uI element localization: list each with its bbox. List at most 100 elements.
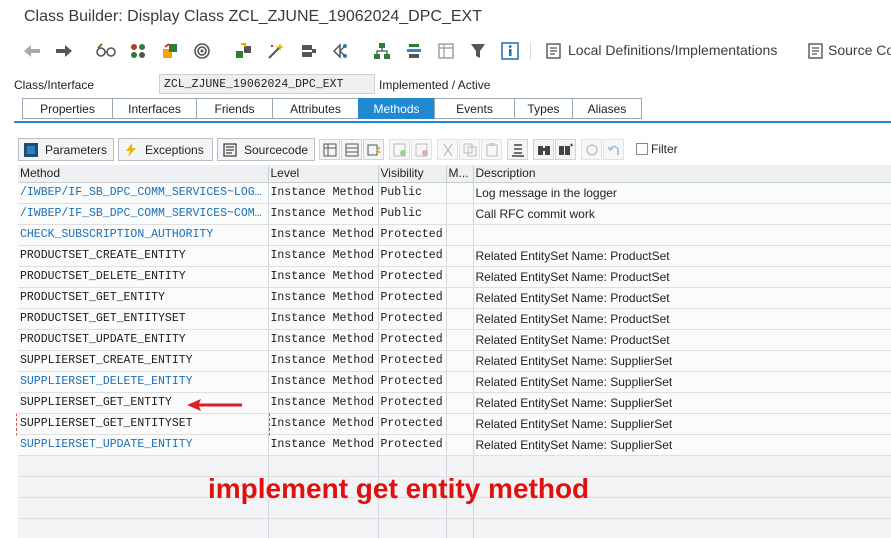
table-settings-icon[interactable] bbox=[341, 139, 362, 160]
tab-attributes[interactable]: Attributes bbox=[272, 98, 358, 119]
level-cell[interactable]: Instance Method bbox=[268, 350, 379, 372]
activate-icon[interactable] bbox=[234, 41, 254, 61]
level-cell[interactable]: Instance Method bbox=[268, 203, 379, 225]
modeled-cell[interactable] bbox=[446, 371, 474, 393]
level-cell[interactable]: Instance Method bbox=[268, 308, 379, 330]
parameters-button[interactable]: Parameters bbox=[18, 138, 114, 161]
method-name-cell[interactable]: SUPPLIERSET_DELETE_ENTITY bbox=[18, 371, 269, 393]
method-name-cell[interactable]: PRODUCTSET_GET_ENTITY bbox=[18, 287, 269, 309]
where-used-icon[interactable] bbox=[330, 41, 350, 61]
table-row[interactable]: /IWBEP/IF_SB_DPC_COMM_SERVICES~LOG_MESSA… bbox=[18, 182, 891, 204]
object-list-icon[interactable] bbox=[128, 41, 148, 61]
level-cell[interactable]: Instance Method bbox=[268, 434, 379, 456]
level-cell[interactable]: Instance Method bbox=[268, 266, 379, 288]
table-row[interactable]: SUPPLIERSET_GET_ENTITY Instance Method Pro… bbox=[18, 392, 891, 414]
description-cell[interactable]: Related EntitySet Name: ProductSet bbox=[473, 308, 891, 330]
method-name-cell[interactable]: PRODUCTSET_CREATE_ENTITY bbox=[18, 245, 269, 267]
description-cell[interactable]: Log message in the logger bbox=[473, 182, 891, 204]
visibility-cell[interactable]: Protected bbox=[378, 308, 447, 330]
source-code-button[interactable]: Source Co bbox=[828, 42, 891, 58]
visibility-cell[interactable]: Protected bbox=[378, 350, 447, 372]
cut-icon[interactable] bbox=[437, 139, 458, 160]
display-icon[interactable] bbox=[192, 41, 212, 61]
column-header-method[interactable]: Method bbox=[18, 165, 269, 183]
tab-methods[interactable]: Methods bbox=[358, 98, 434, 119]
column-header-level[interactable]: Level bbox=[268, 165, 379, 183]
copy-icon[interactable] bbox=[459, 139, 480, 160]
description-cell[interactable]: Related EntitySet Name: SupplierSet bbox=[473, 413, 891, 435]
paste-icon[interactable] bbox=[481, 139, 502, 160]
find-icon[interactable] bbox=[533, 139, 554, 160]
visibility-cell[interactable]: Protected bbox=[378, 329, 447, 351]
method-name-cell[interactable]: CHECK_SUBSCRIPTION_AUTHORITY bbox=[18, 224, 269, 246]
info-icon[interactable] bbox=[500, 41, 520, 61]
modeled-cell[interactable] bbox=[446, 308, 474, 330]
method-name-cell[interactable]: SUPPLIERSET_UPDATE_ENTITY bbox=[18, 434, 269, 456]
description-cell[interactable]: Related EntitySet Name: SupplierSet bbox=[473, 371, 891, 393]
method-name-cell[interactable]: PRODUCTSET_GET_ENTITYSET bbox=[18, 308, 269, 330]
filter-icon[interactable] bbox=[468, 41, 488, 61]
sourcecode-button[interactable]: Sourcecode bbox=[217, 138, 315, 161]
class-interface-field[interactable]: ZCL_ZJUNE_19062024_DPC_EXT bbox=[159, 74, 375, 94]
forward-arrow-icon[interactable] bbox=[54, 41, 74, 61]
undo-icon[interactable] bbox=[603, 139, 624, 160]
method-name-cell[interactable]: /IWBEP/IF_SB_DPC_COMM_SERVICES~LOG_MESSA… bbox=[18, 182, 269, 204]
table-row[interactable]: PRODUCTSET_GET_ENTITY Instance Method Prot… bbox=[18, 287, 891, 309]
structure-icon[interactable] bbox=[372, 41, 392, 61]
method-name-cell[interactable]: SUPPLIERSET_GET_ENTITYSET bbox=[18, 413, 269, 435]
level-cell[interactable]: Instance Method bbox=[268, 287, 379, 309]
filter-checkbox-box[interactable] bbox=[636, 143, 648, 155]
test-icon[interactable] bbox=[298, 41, 318, 61]
level-cell[interactable]: Instance Method bbox=[268, 392, 379, 414]
level-cell[interactable]: Instance Method bbox=[268, 245, 379, 267]
detail-view-icon[interactable] bbox=[363, 139, 384, 160]
glasses-icon[interactable] bbox=[96, 41, 116, 61]
modeled-cell[interactable] bbox=[446, 329, 474, 351]
visibility-cell[interactable]: Public bbox=[378, 203, 447, 225]
tab-interfaces[interactable]: Interfaces bbox=[112, 98, 196, 119]
table-row[interactable]: PRODUCTSET_DELETE_ENTITY Instance Method P… bbox=[18, 266, 891, 288]
method-name-cell[interactable]: PRODUCTSET_DELETE_ENTITY bbox=[18, 266, 269, 288]
find-next-icon[interactable] bbox=[555, 139, 576, 160]
visibility-cell[interactable]: Protected bbox=[378, 266, 447, 288]
description-cell[interactable] bbox=[473, 224, 891, 246]
insert-row-icon[interactable] bbox=[319, 139, 340, 160]
method-name-cell[interactable]: PRODUCTSET_UPDATE_ENTITY bbox=[18, 329, 269, 351]
tab-properties[interactable]: Properties bbox=[22, 98, 112, 119]
modeled-cell[interactable] bbox=[446, 245, 474, 267]
insert-method-icon[interactable] bbox=[389, 139, 410, 160]
indent-icon[interactable] bbox=[404, 41, 424, 61]
column-header-visibility[interactable]: Visibility bbox=[378, 165, 447, 183]
back-arrow-icon[interactable] bbox=[22, 41, 42, 61]
description-cell[interactable]: Related EntitySet Name: ProductSet bbox=[473, 329, 891, 351]
tab-friends[interactable]: Friends bbox=[196, 98, 272, 119]
tab-aliases[interactable]: Aliases bbox=[572, 98, 642, 119]
description-cell[interactable]: Related EntitySet Name: ProductSet bbox=[473, 287, 891, 309]
column-header-m[interactable]: M... bbox=[446, 165, 474, 183]
level-cell[interactable]: Instance Method bbox=[268, 224, 379, 246]
modeled-cell[interactable] bbox=[446, 287, 474, 309]
modeled-cell[interactable] bbox=[446, 413, 474, 435]
description-cell[interactable]: Related EntitySet Name: SupplierSet bbox=[473, 434, 891, 456]
modeled-cell[interactable] bbox=[446, 434, 474, 456]
visibility-cell[interactable]: Public bbox=[378, 182, 447, 204]
modeled-cell[interactable] bbox=[446, 350, 474, 372]
table-row[interactable]: SUPPLIERSET_CREATE_ENTITY Instance Method… bbox=[18, 350, 891, 372]
description-cell[interactable]: Related EntitySet Name: SupplierSet bbox=[473, 392, 891, 414]
tab-events[interactable]: Events bbox=[434, 98, 514, 119]
delete-method-icon[interactable] bbox=[411, 139, 432, 160]
visibility-cell[interactable]: Protected bbox=[378, 392, 447, 414]
method-name-cell[interactable]: /IWBEP/IF_SB_DPC_COMM_SERVICES~COMMIT_WO… bbox=[18, 203, 269, 225]
description-cell[interactable]: Related EntitySet Name: ProductSet bbox=[473, 245, 891, 267]
table-icon[interactable] bbox=[436, 41, 456, 61]
local-definitions-button[interactable]: Local Definitions/Implementations bbox=[568, 42, 777, 58]
level-cell[interactable]: Instance Method bbox=[268, 413, 379, 435]
modeled-cell[interactable] bbox=[446, 392, 474, 414]
description-cell[interactable]: Related EntitySet Name: SupplierSet bbox=[473, 350, 891, 372]
refresh-icon[interactable] bbox=[581, 139, 602, 160]
column-header-description[interactable]: Description bbox=[473, 165, 891, 183]
table-row[interactable]: /IWBEP/IF_SB_DPC_COMM_SERVICES~COMMIT_WO… bbox=[18, 203, 891, 225]
visibility-cell[interactable]: Protected bbox=[378, 434, 447, 456]
hierarchy-icon[interactable] bbox=[160, 41, 180, 61]
visibility-cell[interactable]: Protected bbox=[378, 245, 447, 267]
